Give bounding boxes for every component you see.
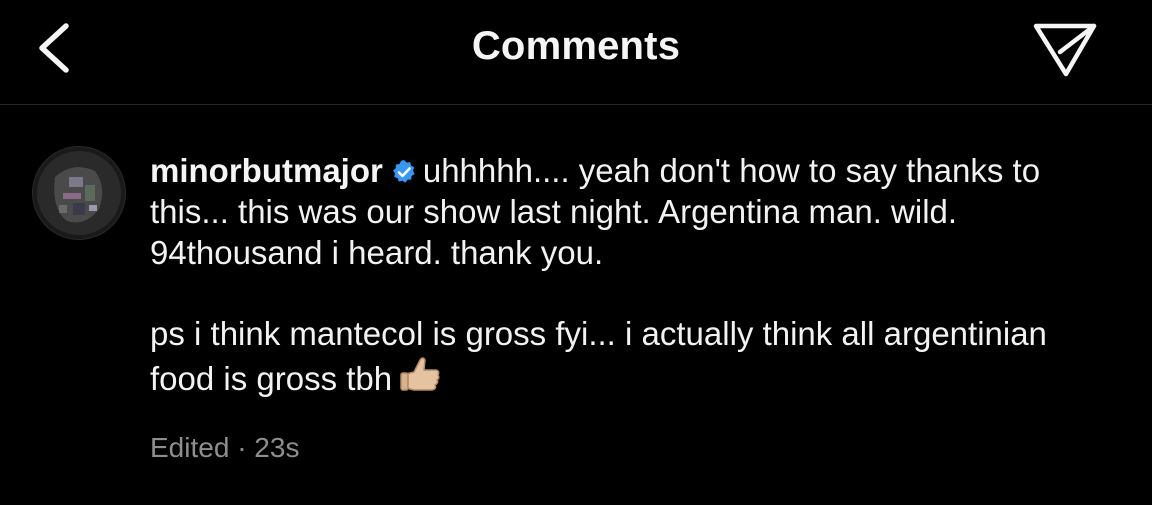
comment-item: minorbutmajor uhhhhh.... yeah don't how … bbox=[0, 105, 1152, 505]
avatar[interactable] bbox=[33, 147, 125, 239]
timestamp: 23s bbox=[254, 432, 300, 463]
comment-paragraph-2: ps i think mantecol is gross fyi... i ac… bbox=[150, 313, 1110, 399]
comment-meta: Edited · 23s bbox=[150, 431, 299, 465]
share-button[interactable] bbox=[1030, 18, 1102, 78]
comment-paragraph-1: minorbutmajor uhhhhh.... yeah don't how … bbox=[150, 150, 1110, 273]
paper-plane-icon bbox=[1033, 23, 1097, 77]
edited-label: Edited bbox=[150, 432, 230, 463]
page-title: Comments bbox=[471, 24, 681, 68]
thumbs-up-emoji-icon bbox=[400, 357, 440, 391]
meta-separator: · bbox=[237, 432, 247, 463]
avatar-image bbox=[33, 147, 125, 239]
comments-header: Comments bbox=[0, 0, 1152, 105]
username-link[interactable]: minorbutmajor bbox=[150, 152, 383, 189]
verified-badge-icon bbox=[392, 160, 415, 183]
comment-text-2: ps i think mantecol is gross fyi... i ac… bbox=[150, 315, 1047, 397]
comment-text: minorbutmajor uhhhhh.... yeah don't how … bbox=[150, 150, 1110, 399]
